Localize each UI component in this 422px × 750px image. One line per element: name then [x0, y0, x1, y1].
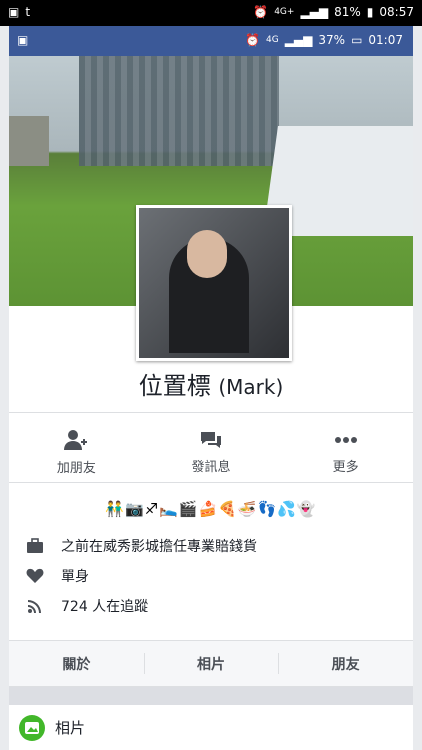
divider — [9, 412, 413, 413]
add-friend-icon — [64, 429, 88, 450]
divider — [9, 482, 413, 483]
bio-emoji-row: 👬📷♐🛌🎬🍰🍕🍜👣💦👻 — [105, 500, 317, 518]
gallery-icon: ▣ — [17, 33, 29, 47]
message-label: 發訊息 — [191, 459, 231, 475]
signal-icon: ▂▄▆ — [300, 5, 329, 19]
gallery-icon: ▣ — [8, 5, 20, 19]
info-followers: 724 人在追蹤 — [25, 596, 148, 616]
more-label: 更多 — [332, 459, 359, 475]
profile-tabs: 關於 相片 朋友 — [9, 640, 413, 687]
profile-name: 位置標 (Mark) — [9, 366, 413, 401]
battery-icon: ▮ — [366, 5, 374, 19]
tab-photos[interactable]: 相片 — [143, 641, 279, 686]
network-label: 4G+ — [274, 7, 295, 17]
battery-level: 37% — [318, 33, 346, 47]
add-friend-label: 加朋友 — [56, 460, 96, 476]
heart-icon — [25, 568, 45, 584]
profile-name-cjk: 位置標 — [138, 372, 211, 400]
device-status-bar: ▣ t ⏰ 4G+ ▂▄▆ 81% ▮ 08:57 — [0, 0, 422, 26]
clock: 08:57 — [379, 5, 414, 19]
action-bar: 加朋友 發訊息 更多 — [9, 422, 413, 482]
work-text: 之前在威秀影城擔任專業賠錢貨 — [61, 539, 257, 555]
message-button[interactable]: 發訊息 — [144, 422, 279, 482]
inner-status-bar: ▣ ⏰ 4G ▂▄▆ 37% ▭ 01:07 — [9, 26, 413, 56]
alarm-icon: ⏰ — [245, 33, 260, 47]
signal-icon: ▂▄▆ — [284, 33, 313, 47]
network-label: 4G — [266, 35, 279, 45]
section-separator — [9, 687, 413, 705]
battery-level: 81% — [334, 5, 361, 19]
message-icon — [201, 431, 221, 448]
profile-name-latin: (Mark) — [218, 375, 284, 399]
tab-about[interactable]: 關於 — [9, 641, 144, 686]
profile-picture[interactable] — [136, 205, 292, 361]
screenshot-frame: ▣ ⏰ 4G ▂▄▆ 37% ▭ 01:07 位置標 (Mark) 加朋友 發訊… — [9, 26, 413, 750]
tab-friends[interactable]: 朋友 — [278, 641, 413, 686]
more-button[interactable]: 更多 — [278, 422, 413, 482]
relationship-text: 單身 — [61, 569, 89, 585]
rss-icon — [25, 598, 45, 614]
info-work: 之前在威秀影城擔任專業賠錢貨 — [25, 536, 257, 556]
battery-icon: ▭ — [351, 33, 363, 47]
info-relationship: 單身 — [25, 566, 89, 586]
cover-building — [79, 56, 279, 166]
tumblr-icon: t — [25, 5, 31, 19]
profile-picture-face — [187, 230, 227, 278]
clock: 01:07 — [368, 33, 403, 47]
more-icon — [334, 436, 357, 443]
photos-section-header[interactable]: 相片 — [9, 705, 413, 750]
cover-building-small — [9, 116, 49, 166]
add-friend-button[interactable]: 加朋友 — [9, 422, 144, 482]
photo-icon — [19, 714, 45, 741]
alarm-icon: ⏰ — [253, 5, 269, 19]
photos-section-label: 相片 — [55, 719, 86, 737]
followers-text: 724 人在追蹤 — [61, 599, 149, 615]
briefcase-icon — [25, 538, 45, 554]
